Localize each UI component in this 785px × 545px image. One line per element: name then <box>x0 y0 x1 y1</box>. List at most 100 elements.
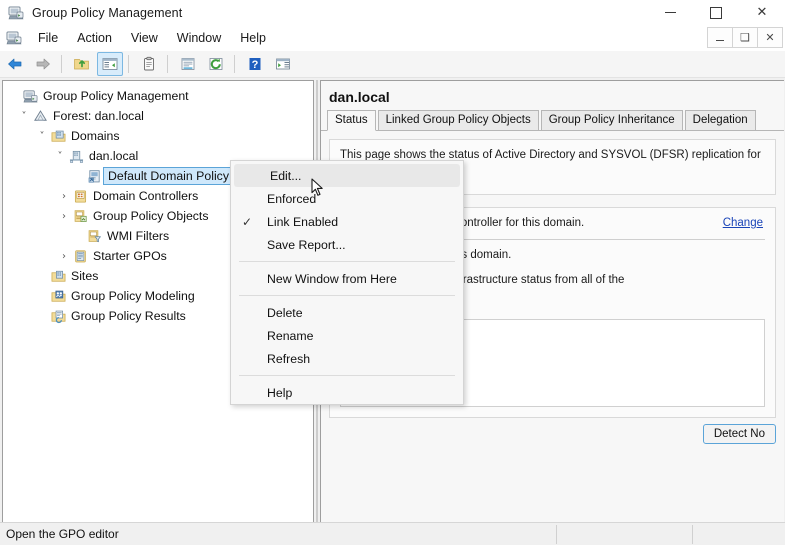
context-menu-item-refresh[interactable]: Refresh <box>231 347 463 370</box>
tab-delegation[interactable]: Delegation <box>684 110 756 131</box>
gpmc-console-icon <box>8 5 24 21</box>
ou-icon <box>71 189 89 204</box>
context-menu-item-delete[interactable]: Delete <box>231 301 463 324</box>
gpo-link-icon <box>85 169 103 184</box>
tree-item-label: dan.local <box>89 149 139 163</box>
close-icon[interactable]: ✕ <box>739 0 785 25</box>
context-menu-item-new-window-from-here[interactable]: New Window from Here <box>231 267 463 290</box>
gp-modeling-icon <box>49 289 67 304</box>
show-hide-console-tree-icon[interactable] <box>97 52 123 76</box>
mdi-window-controls: ❑ ✕ <box>707 27 783 48</box>
detect-now-button[interactable]: Detect No <box>702 424 776 444</box>
menu-item-action[interactable]: Action <box>68 28 121 48</box>
mdi-restore-icon[interactable]: ❑ <box>732 27 758 48</box>
status-bar: Open the GPO editor <box>0 522 785 545</box>
menu-item-window[interactable]: Window <box>168 28 230 48</box>
wmi-filter-icon <box>85 229 103 244</box>
context-menu-item-help[interactable]: Help <box>231 381 463 404</box>
menu-item-file[interactable]: File <box>29 28 67 48</box>
tab-linked-group-policy-objects[interactable]: Linked Group Policy Objects <box>377 110 539 131</box>
context-menu-item-link-enabled[interactable]: ✓ Link Enabled <box>231 210 463 233</box>
context-menu-separator <box>239 261 455 262</box>
page-title: dan.local <box>329 89 390 105</box>
context-menu-separator <box>239 295 455 296</box>
sites-icon <box>49 269 67 284</box>
forward-icon[interactable] <box>30 52 56 76</box>
context-menu-item-label: Delete <box>267 305 303 320</box>
tree-item-label: Domains <box>71 129 120 143</box>
mdi-minimize-icon[interactable] <box>707 27 733 48</box>
maximize-icon[interactable] <box>693 0 739 25</box>
domains-folder-icon <box>49 129 67 144</box>
context-menu-item-rename[interactable]: Rename <box>231 324 463 347</box>
gpmc-window: Group Policy Management ✕ File Action Vi… <box>0 0 785 545</box>
tree-twisty-expanded[interactable]: ˅ <box>35 131 49 142</box>
tree-twisty-expanded[interactable]: ˅ <box>53 151 67 162</box>
toolbar-separator <box>61 55 62 73</box>
context-menu-item-edit[interactable]: Edit... <box>234 164 460 187</box>
context-menu-separator <box>239 375 455 376</box>
help-icon[interactable]: ? <box>242 52 268 76</box>
action-button-row: Detect No <box>329 418 776 444</box>
tree-item-group-policy-management[interactable]: Group Policy Management <box>3 86 313 106</box>
tree-item-forest[interactable]: ˅ Forest: dan.local <box>3 106 313 126</box>
tree-item-label: Domain Controllers <box>93 189 199 203</box>
forest-icon <box>31 109 49 124</box>
up-one-level-icon[interactable] <box>69 52 95 76</box>
tab-strip: Status Linked Group Policy Objects Group… <box>321 110 784 131</box>
menu-item-help[interactable]: Help <box>231 28 275 48</box>
context-menu-item-label: Edit... <box>270 168 302 183</box>
tree-item-label: Default Domain Policy <box>103 167 235 185</box>
tree-item-label: Group Policy Modeling <box>71 289 195 303</box>
gp-results-icon <box>49 309 67 324</box>
status-bar-divider <box>556 525 557 544</box>
mdi-close-icon[interactable]: ✕ <box>757 27 783 48</box>
context-menu-item-label: Enforced <box>267 191 317 206</box>
tree-item-domains[interactable]: ˅ Domains <box>3 126 313 146</box>
context-menu-item-label: Help <box>267 385 293 400</box>
change-link[interactable]: Change <box>723 216 763 231</box>
window-controls: ✕ <box>647 0 785 25</box>
tree-twisty-collapsed[interactable]: › <box>57 191 71 202</box>
checkmark-icon: ✓ <box>241 214 253 229</box>
tree-item-label: Forest: dan.local <box>53 109 144 123</box>
gpo-container-icon <box>71 209 89 224</box>
domain-icon <box>67 149 85 164</box>
context-menu-item-label: New Window from Here <box>267 271 397 286</box>
toolbar-separator <box>128 55 129 73</box>
tree-item-label: Group Policy Management <box>43 89 189 103</box>
minimize-icon[interactable] <box>647 0 693 25</box>
tree-item-label: Starter GPOs <box>93 249 167 263</box>
context-menu: Edit... Enforced ✓ Link Enabled Save Rep… <box>230 160 464 405</box>
tab-group-policy-inheritance[interactable]: Group Policy Inheritance <box>540 110 683 131</box>
tree-item-label: Group Policy Results <box>71 309 186 323</box>
status-bar-text: Open the GPO editor <box>6 527 119 541</box>
show-hide-action-pane-icon[interactable] <box>270 52 296 76</box>
tree-twisty-expanded[interactable]: ˅ <box>17 111 31 122</box>
tree-item-label: Group Policy Objects <box>93 209 209 223</box>
tree-twisty-collapsed[interactable]: › <box>57 211 71 222</box>
starter-gpo-icon <box>71 249 89 264</box>
tree-item-label: Sites <box>71 269 99 283</box>
refresh-icon[interactable] <box>203 52 229 76</box>
context-menu-item-label: Save Report... <box>267 237 346 252</box>
export-list-icon[interactable] <box>175 52 201 76</box>
context-menu-item-save-report[interactable]: Save Report... <box>231 233 463 256</box>
window-title: Group Policy Management <box>32 5 183 20</box>
window-titlebar: Group Policy Management ✕ <box>0 0 785 25</box>
tab-status[interactable]: Status <box>327 110 376 131</box>
properties-icon[interactable] <box>136 52 162 76</box>
menu-bar: File Action View Window Help ❑ ✕ <box>0 25 785 51</box>
menu-item-view[interactable]: View <box>122 28 167 48</box>
toolbar-separator <box>234 55 235 73</box>
context-menu-item-label: Link Enabled <box>267 214 339 229</box>
status-bar-divider <box>692 525 693 544</box>
tree-twisty-collapsed[interactable]: › <box>57 251 71 262</box>
toolbar-separator <box>167 55 168 73</box>
context-menu-item-enforced[interactable]: Enforced <box>231 187 463 210</box>
toolbar: ? <box>0 51 785 78</box>
back-icon[interactable] <box>2 52 28 76</box>
gpmc-child-icon <box>6 30 22 46</box>
tree-item-label: WMI Filters <box>107 229 170 243</box>
context-menu-item-label: Rename <box>267 328 314 343</box>
